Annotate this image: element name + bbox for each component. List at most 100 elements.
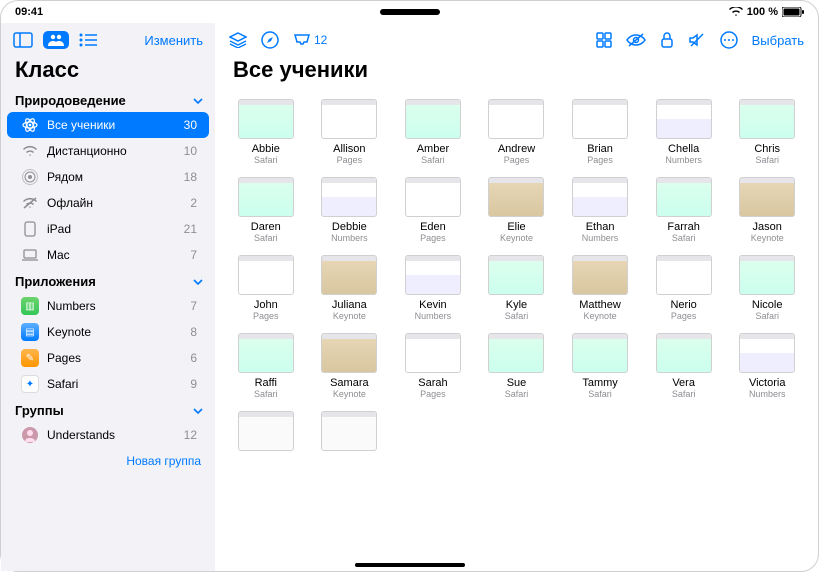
student-app: Safari — [672, 389, 696, 399]
student-card[interactable]: TammySafari — [561, 333, 639, 399]
sidebar-item[interactable]: iPad21 — [7, 216, 209, 242]
sidebar-item[interactable]: Дистанционно10 — [7, 138, 209, 164]
section-label: Группы — [15, 403, 64, 418]
student-name: John — [254, 299, 278, 311]
student-card[interactable]: DarenSafari — [227, 177, 305, 243]
screen-thumbnail — [572, 255, 628, 295]
sidebar-item[interactable]: Рядом18 — [7, 164, 209, 190]
student-card[interactable]: JasonKeynote — [728, 177, 806, 243]
student-app: Pages — [504, 155, 530, 165]
student-card[interactable]: ChellaNumbers — [645, 99, 723, 165]
student-card[interactable]: SamaraKeynote — [311, 333, 389, 399]
sidebar-item[interactable]: Офлайн 2 — [7, 190, 209, 216]
student-app: Safari — [755, 155, 779, 165]
student-card[interactable]: JulianaKeynote — [311, 255, 389, 321]
item-label: Рядом — [47, 170, 83, 184]
student-card[interactable]: EthanNumbers — [561, 177, 639, 243]
sidebar-item[interactable]: ✦Safari9 — [7, 371, 209, 397]
student-app: Pages — [420, 233, 446, 243]
item-count: 2 — [190, 196, 197, 210]
list-icon[interactable] — [79, 33, 97, 47]
student-app: Pages — [337, 155, 363, 165]
student-card[interactable]: BrianPages — [561, 99, 639, 165]
near-icon — [21, 168, 39, 186]
student-card[interactable]: JohnPages — [227, 255, 305, 321]
student-app: Keynote — [333, 311, 366, 321]
student-card[interactable]: AbbieSafari — [227, 99, 305, 165]
edit-button[interactable]: Изменить — [144, 33, 203, 48]
offline-icon — [21, 194, 39, 212]
screen-thumbnail — [572, 333, 628, 373]
student-card[interactable]: KyleSafari — [478, 255, 556, 321]
inbox-button[interactable]: 12 — [293, 33, 327, 47]
sidebar-toggle-icon[interactable] — [13, 32, 33, 48]
student-app: Keynote — [751, 233, 784, 243]
student-name: Nerio — [670, 299, 696, 311]
screen-thumbnail — [739, 333, 795, 373]
sidebar-item[interactable]: Mac7 — [7, 242, 209, 268]
grid-icon[interactable] — [596, 32, 612, 48]
student-card[interactable]: ChrisSafari — [728, 99, 806, 165]
student-card[interactable]: VeraSafari — [645, 333, 723, 399]
student-app: Safari — [755, 311, 779, 321]
sidebar-item[interactable]: ▥Numbers7 — [7, 293, 209, 319]
student-name: Ethan — [586, 221, 615, 233]
mac-icon — [21, 246, 39, 264]
item-label: Офлайн — [47, 196, 93, 210]
screen-thumbnail — [488, 333, 544, 373]
student-name: Brian — [587, 143, 613, 155]
student-name: Samara — [330, 377, 369, 389]
student-card[interactable] — [311, 411, 389, 455]
screen-thumbnail — [656, 333, 712, 373]
mute-icon[interactable] — [688, 32, 706, 48]
screen-thumbnail — [405, 177, 461, 217]
student-card[interactable]: NerioPages — [645, 255, 723, 321]
layers-icon[interactable] — [229, 32, 247, 48]
student-card[interactable]: FarrahSafari — [645, 177, 723, 243]
item-count: 9 — [190, 377, 197, 391]
screen-thumbnail — [238, 177, 294, 217]
section-header[interactable]: Приложения — [1, 268, 215, 293]
student-card[interactable]: SueSafari — [478, 333, 556, 399]
item-count: 12 — [184, 428, 197, 442]
student-card[interactable]: KevinNumbers — [394, 255, 472, 321]
student-card[interactable]: AmberSafari — [394, 99, 472, 165]
sidebar-item[interactable]: ▤Keynote8 — [7, 319, 209, 345]
people-icon[interactable] — [43, 31, 69, 49]
student-name: Abbie — [252, 143, 280, 155]
student-card[interactable]: VictoriaNumbers — [728, 333, 806, 399]
select-button[interactable]: Выбрать — [752, 33, 804, 48]
section-header[interactable]: Группы — [1, 397, 215, 422]
more-icon[interactable] — [720, 31, 738, 49]
student-app: Safari — [505, 389, 529, 399]
student-card[interactable]: ElieKeynote — [478, 177, 556, 243]
student-name: Amber — [417, 143, 449, 155]
student-card[interactable]: NicoleSafari — [728, 255, 806, 321]
student-card[interactable]: RaffiSafari — [227, 333, 305, 399]
lock-icon[interactable] — [660, 31, 674, 49]
chevron-down-icon — [193, 98, 203, 104]
student-card[interactable] — [227, 411, 305, 455]
student-name: Eden — [420, 221, 446, 233]
compass-icon[interactable] — [261, 31, 279, 49]
section-header[interactable]: Природоведение — [1, 87, 215, 112]
student-app: Safari — [672, 233, 696, 243]
student-name: Andrew — [498, 143, 535, 155]
student-name: Raffi — [255, 377, 277, 389]
student-card[interactable]: MatthewKeynote — [561, 255, 639, 321]
screen-thumbnail — [238, 411, 294, 451]
wifi-icon — [729, 7, 743, 17]
sidebar-item[interactable]: Understands12 — [7, 422, 209, 448]
student-card[interactable]: AllisonPages — [311, 99, 389, 165]
sidebar-item[interactable]: ✎Pages6 — [7, 345, 209, 371]
new-group-button[interactable]: Новая группа — [1, 448, 215, 474]
eye-off-icon[interactable] — [626, 33, 646, 47]
student-card[interactable]: DebbieNumbers — [311, 177, 389, 243]
student-card[interactable]: SarahPages — [394, 333, 472, 399]
student-app: Keynote — [333, 389, 366, 399]
sidebar-item[interactable]: Все ученики30 — [7, 112, 209, 138]
student-app: Keynote — [584, 311, 617, 321]
student-name: Vera — [672, 377, 695, 389]
student-card[interactable]: EdenPages — [394, 177, 472, 243]
student-card[interactable]: AndrewPages — [478, 99, 556, 165]
